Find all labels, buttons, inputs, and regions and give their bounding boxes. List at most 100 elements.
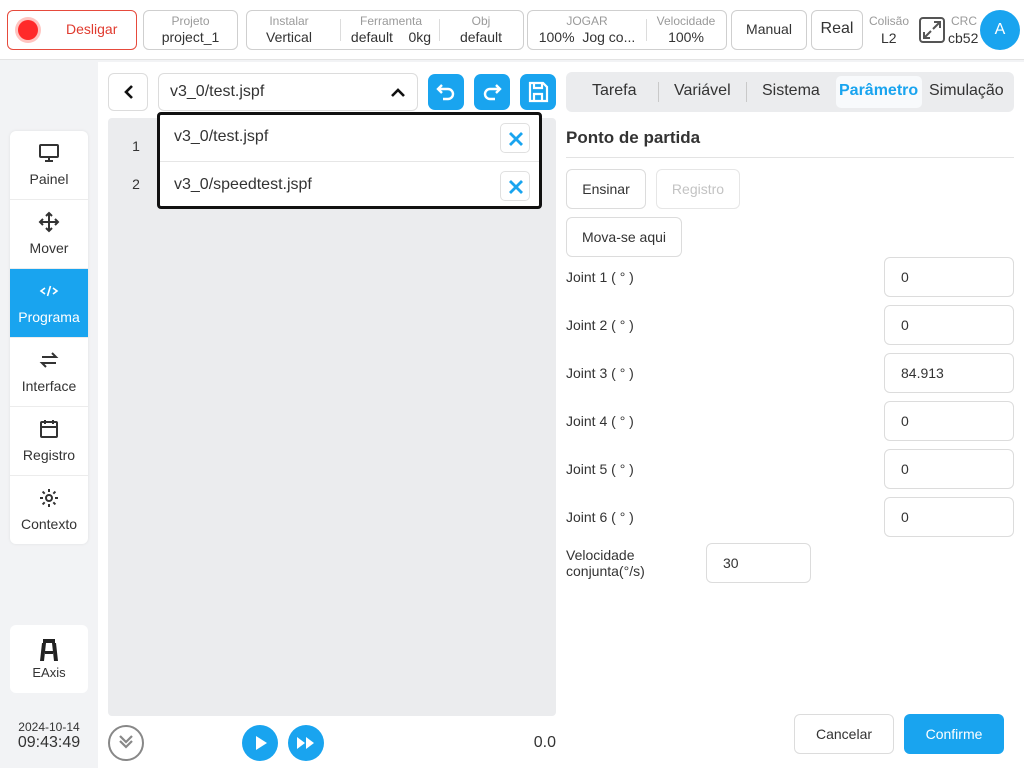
- joint-1-label: Joint 1 ( ° ): [566, 269, 634, 285]
- manual-mode-button[interactable]: Manual: [731, 10, 807, 50]
- joint-5-label: Joint 5 ( ° ): [566, 461, 634, 477]
- close-icon: [509, 180, 523, 194]
- save-button[interactable]: [520, 74, 556, 110]
- real-mode-button[interactable]: Real: [811, 10, 863, 50]
- collision-value: L2: [881, 30, 897, 46]
- dropdown-file-name: v3_0/test.jspf: [174, 128, 269, 145]
- joint-2-input[interactable]: 0: [884, 305, 1014, 345]
- tab-tarefa[interactable]: Tarefa: [592, 82, 636, 100]
- install-field[interactable]: Instalar Vertical: [247, 11, 331, 49]
- eaxis-label: EAxis: [32, 665, 66, 680]
- chevron-up-icon: [389, 84, 407, 102]
- tab-parametro[interactable]: Parâmetro: [839, 82, 918, 100]
- project-label: Projeto: [171, 14, 210, 28]
- sidebar-item-label: Contexto: [20, 516, 78, 532]
- close-file-button[interactable]: [500, 171, 530, 201]
- tool-weight: 0kg: [408, 29, 432, 45]
- fast-forward-icon: [297, 737, 314, 749]
- move-icon: [38, 211, 60, 233]
- sidebar-item-label: Programa: [18, 309, 80, 325]
- sidebar-item-interface[interactable]: Interface: [10, 338, 88, 407]
- joint-4-input[interactable]: 0: [884, 401, 1014, 441]
- eaxis-icon: [39, 639, 59, 661]
- jog-mode: Jog co...: [582, 29, 636, 45]
- joint-6-input[interactable]: 0: [884, 497, 1014, 537]
- record-button[interactable]: Registro: [656, 169, 740, 209]
- crc-label: CRC: [951, 14, 977, 28]
- power-status-icon: [18, 20, 38, 40]
- avatar[interactable]: A: [980, 10, 1020, 50]
- jog-label: JOGAR: [566, 14, 608, 28]
- tab-simulacao[interactable]: Simulação: [929, 82, 1004, 100]
- confirm-button[interactable]: Confirme: [904, 714, 1004, 754]
- sidebar-item-painel[interactable]: Painel: [10, 131, 88, 200]
- undo-button[interactable]: [428, 74, 464, 110]
- joint-3-input[interactable]: 84.913: [884, 353, 1014, 393]
- sidebar-item-programa[interactable]: Programa: [10, 269, 88, 338]
- obj-field[interactable]: Obj default: [440, 11, 522, 49]
- joint-4-label: Joint 4 ( ° ): [566, 413, 634, 429]
- joint-speed-label: Velocidade conjunta(°/s): [566, 547, 645, 579]
- divider: [340, 19, 341, 41]
- teach-button[interactable]: Ensinar: [566, 169, 646, 209]
- move-here-button[interactable]: Mova-se aqui: [566, 217, 682, 257]
- sidebar-item-registro[interactable]: Registro: [10, 407, 88, 476]
- swap-icon: [38, 349, 60, 371]
- project-value: project_1: [161, 29, 220, 45]
- gear-icon: [38, 487, 60, 509]
- run-speed-value: 0.0: [533, 734, 556, 751]
- joint-speed-input[interactable]: 30: [706, 543, 811, 583]
- divider: [658, 82, 659, 102]
- back-button[interactable]: [108, 73, 148, 111]
- power-off-label: Desligar: [66, 21, 118, 37]
- dropdown-file-item[interactable]: v3_0/speedtest.jspf: [160, 162, 539, 208]
- project-selector[interactable]: Projeto project_1: [143, 10, 238, 50]
- close-file-button[interactable]: [500, 123, 530, 153]
- obj-label: Obj: [471, 14, 491, 28]
- redo-button[interactable]: [474, 74, 510, 110]
- jog-field[interactable]: JOGAR 100% Jog co...: [528, 11, 646, 49]
- joint-6-label: Joint 6 ( ° ): [566, 509, 634, 525]
- sidebar-item-label: Registro: [22, 447, 76, 463]
- divider: [746, 82, 747, 102]
- section-title: Ponto de partida: [566, 128, 701, 147]
- joint-5-input[interactable]: 0: [884, 449, 1014, 489]
- current-date: 2024-10-14: [18, 720, 80, 734]
- file-select[interactable]: v3_0/test.jspf: [158, 73, 418, 111]
- eaxis-button[interactable]: EAxis: [10, 625, 88, 693]
- dropdown-file-item[interactable]: v3_0/test.jspf: [160, 115, 539, 161]
- sidebar-item-label: Mover: [29, 240, 69, 256]
- line-number: 1: [132, 138, 140, 154]
- calendar-icon: [38, 418, 60, 440]
- sidebar-item-label: Interface: [21, 378, 77, 394]
- expand-down-button[interactable]: [108, 725, 144, 761]
- joint-1-input[interactable]: 0: [884, 257, 1014, 297]
- joint-3-label: Joint 3 ( ° ): [566, 365, 634, 381]
- sidebar-item-mover[interactable]: Mover: [10, 200, 88, 269]
- tab-sistema[interactable]: Sistema: [762, 82, 820, 100]
- sidebar-item-label: Painel: [29, 171, 69, 187]
- expand-icon[interactable]: [918, 16, 946, 44]
- dropdown-file-name: v3_0/speedtest.jspf: [174, 176, 312, 193]
- close-icon: [509, 132, 523, 146]
- speed-field[interactable]: Velocidade 100%: [647, 11, 725, 49]
- install-tool-obj-panel[interactable]: Instalar Vertical Ferramenta default 0kg…: [246, 10, 524, 50]
- install-label: Instalar: [269, 14, 309, 28]
- jog-value: 100%: [538, 29, 575, 45]
- power-off-button[interactable]: Desligar: [7, 10, 137, 50]
- play-button[interactable]: [242, 725, 278, 761]
- jog-speed-panel[interactable]: JOGAR 100% Jog co... Velocidade 100%: [527, 10, 727, 50]
- file-dropdown: v3_0/test.jspf v3_0/speedtest.jspf: [157, 112, 542, 209]
- step-button[interactable]: [288, 725, 324, 761]
- install-value: Vertical: [266, 29, 312, 45]
- cancel-button[interactable]: Cancelar: [794, 714, 894, 754]
- sidebar-item-contexto[interactable]: Contexto: [10, 476, 88, 544]
- top-bar: Desligar Projeto project_1 Instalar Vert…: [0, 0, 1024, 60]
- tab-variavel[interactable]: Variável: [674, 82, 731, 100]
- speed-label: Velocidade: [656, 14, 716, 28]
- redo-icon: [483, 84, 502, 101]
- play-icon: [256, 736, 267, 750]
- crc-value: cb52: [948, 30, 979, 46]
- tool-field[interactable]: Ferramenta default 0kg: [343, 11, 439, 49]
- code-icon: [38, 280, 60, 302]
